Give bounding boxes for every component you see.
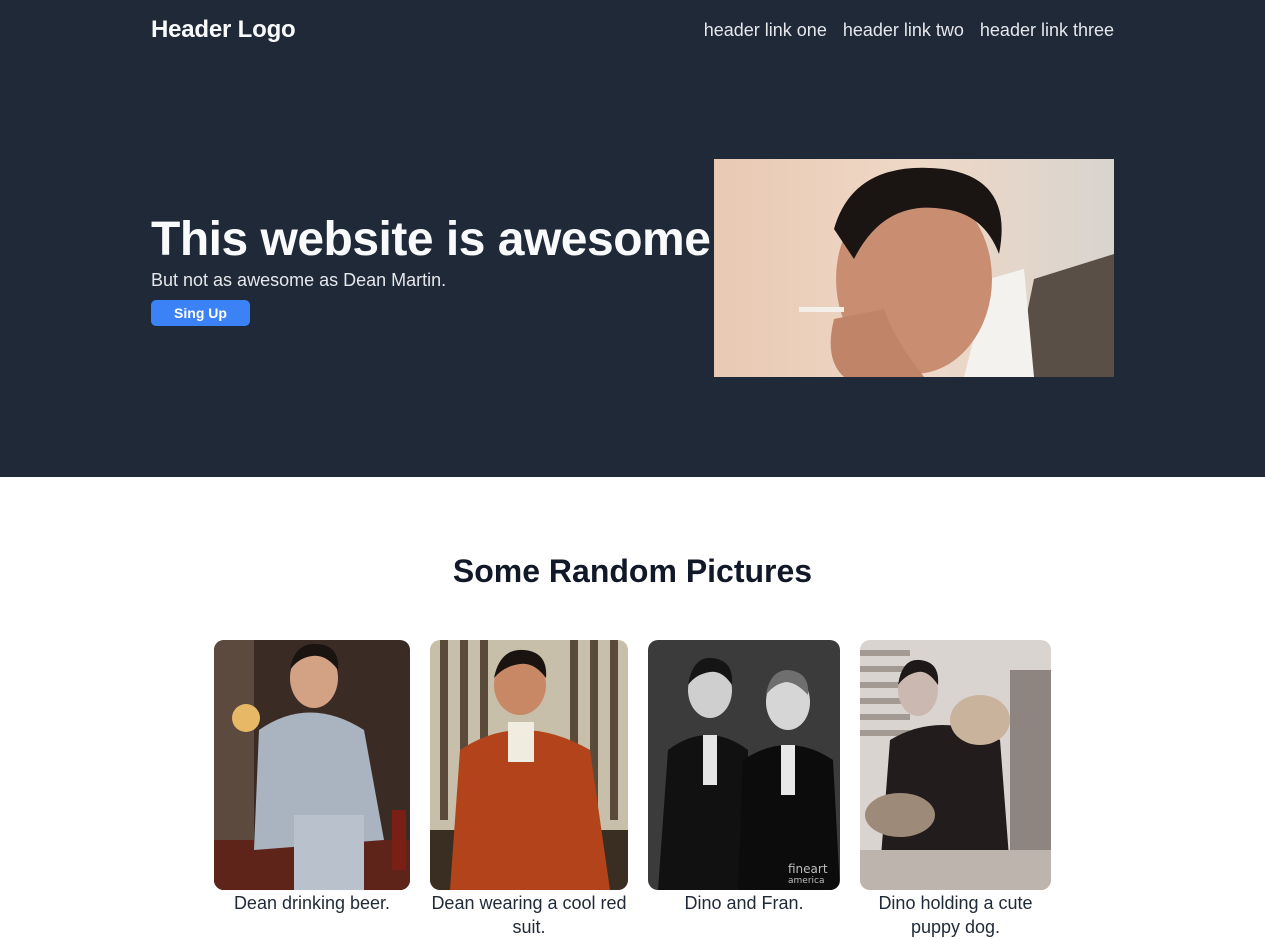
photo-dino-fran: fineart america (648, 640, 840, 890)
gallery-card-beer[interactable]: Dean drinking beer. (214, 640, 410, 915)
hero-image (714, 159, 1114, 377)
caption-beer: Dean drinking beer. (233, 893, 391, 913)
header-nav: header link one header link two header l… (704, 20, 1114, 41)
header-link-three[interactable]: header link three (980, 20, 1114, 41)
header-logo[interactable]: Header Logo (151, 16, 296, 44)
hero-title: This website is awesome (151, 213, 711, 266)
site-header: Header Logo header link one header link … (151, 12, 1114, 48)
photo-beer (214, 640, 410, 890)
gallery-card-puppy[interactable]: Dino holding a cute puppy dog. (860, 640, 1051, 939)
gallery-title: Some Random Pictures (452, 553, 813, 589)
hero-subtitle: But not as awesome as Dean Martin. (151, 270, 447, 290)
caption-dino-fran: Dino and Fran. (684, 893, 804, 913)
svg-text:america: america (788, 876, 824, 886)
header-link-two[interactable]: header link two (843, 20, 964, 41)
sign-up-button[interactable]: Sing Up (151, 300, 250, 326)
caption-red-suit: Dean wearing a cool red suit. (431, 893, 627, 937)
svg-text:fineart: fineart (788, 862, 828, 876)
header-link-one[interactable]: header link one (704, 20, 827, 41)
gallery-card-red-suit[interactable]: Dean wearing a cool red suit. (430, 640, 628, 939)
hero-text: This website is awesome But not as aweso… (151, 212, 711, 326)
photo-red-suit (430, 640, 628, 890)
caption-puppy: Dino holding a cute puppy dog. (878, 893, 1033, 937)
photo-puppy (860, 640, 1051, 890)
hero-section: Header Logo header link one header link … (0, 0, 1265, 477)
gallery-card-dino-fran[interactable]: fineart america Dino and Fran. (648, 640, 840, 915)
